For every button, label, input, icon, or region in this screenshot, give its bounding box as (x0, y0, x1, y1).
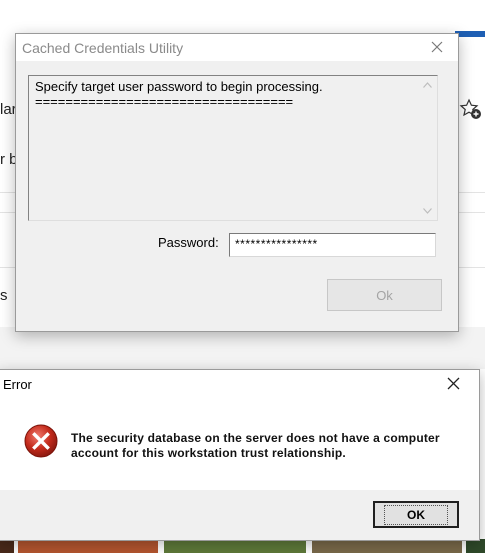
error-message: The security database on the server does… (71, 431, 440, 460)
ok-button[interactable]: OK (373, 501, 459, 528)
ok-button-label: OK (384, 504, 448, 525)
dialog-titlebar: Error (0, 370, 479, 398)
password-field[interactable]: **************** (229, 233, 436, 257)
password-label: Password: (158, 235, 219, 250)
photo-thumbnail (0, 539, 14, 553)
background-text-fragment: s (0, 287, 8, 304)
close-icon[interactable] (441, 375, 467, 395)
close-icon[interactable] (424, 38, 450, 58)
error-icon (24, 424, 58, 458)
photo-thumbnail (164, 539, 306, 553)
ok-button[interactable]: Ok (327, 279, 442, 311)
photo-thumbnail (312, 539, 462, 553)
photo-thumbnail (18, 539, 158, 553)
dialog-titlebar: Cached Credentials Utility (16, 34, 458, 61)
cached-credentials-dialog: Cached Credentials Utility Specify targe… (15, 33, 459, 332)
dialog-title: Error (3, 377, 32, 392)
message-textarea[interactable]: Specify target user password to begin pr… (28, 75, 438, 221)
photo-thumbnail (466, 539, 485, 553)
message-line: Specify target user password to begin pr… (35, 79, 323, 94)
error-body: The security database on the server does… (0, 398, 479, 490)
scroll-up-icon (423, 82, 432, 88)
vertical-scrollbar[interactable] (419, 77, 436, 219)
error-dialog: Error The security database on the serve… (0, 369, 480, 541)
add-favorite-icon[interactable] (459, 98, 483, 122)
message-separator: ================================== (35, 94, 294, 109)
browser-accent-bar (455, 31, 485, 37)
scroll-down-icon (423, 208, 432, 214)
dialog-title: Cached Credentials Utility (22, 40, 184, 56)
background-band (0, 327, 485, 369)
